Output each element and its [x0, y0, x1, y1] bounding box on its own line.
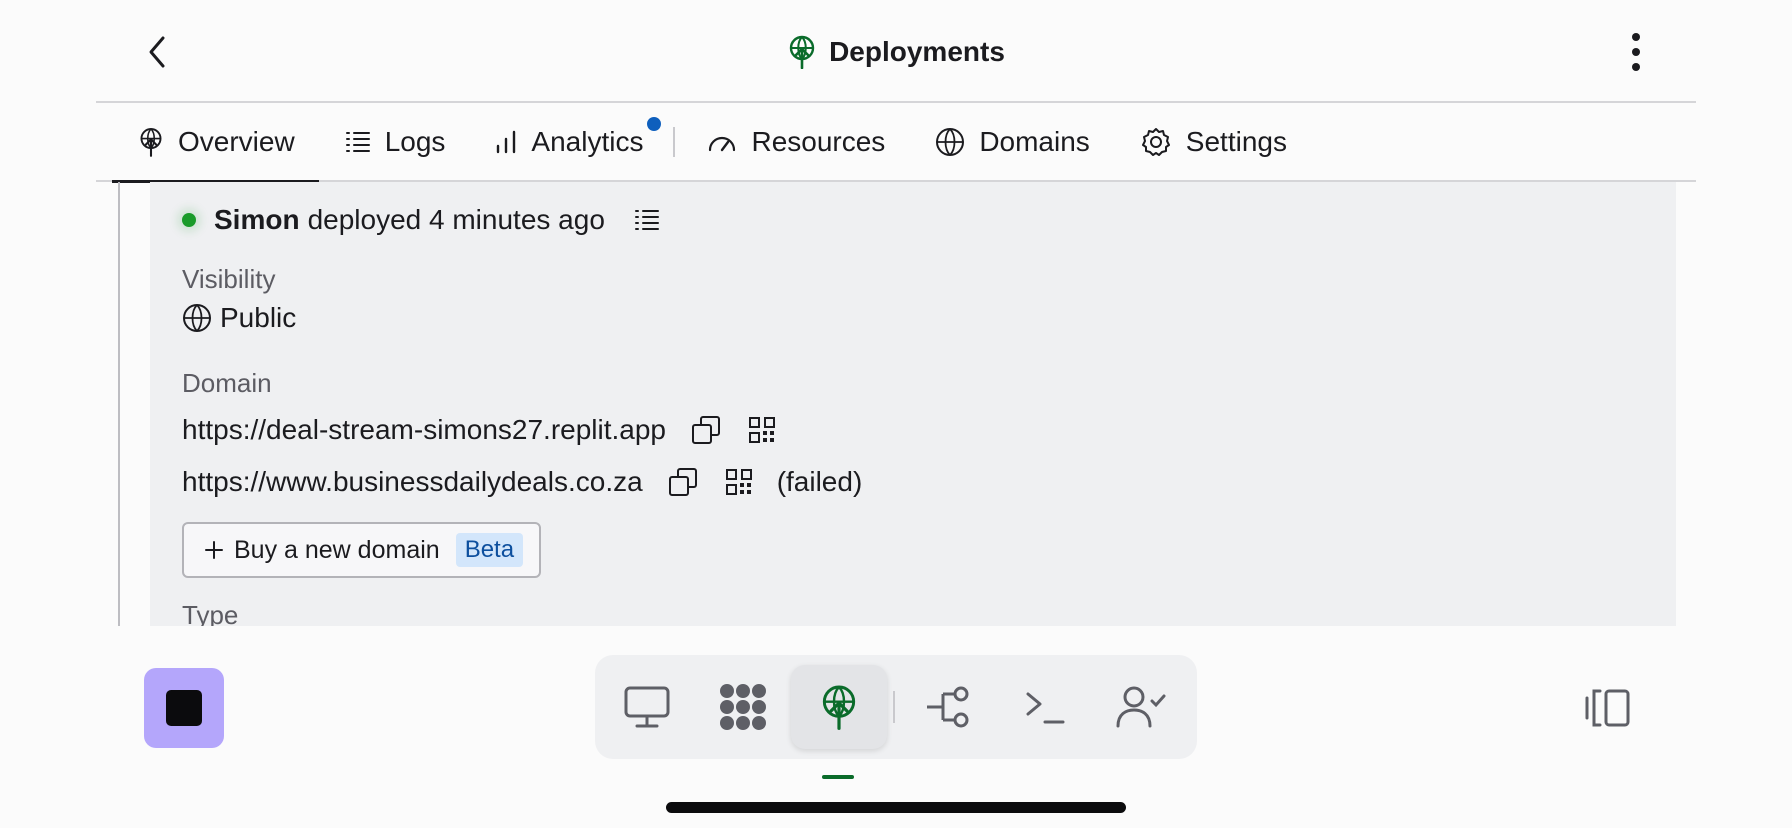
globe-icon — [936, 128, 965, 156]
home-indicator — [666, 802, 1126, 813]
beta-badge: Beta — [455, 533, 524, 567]
domain-label: Domain — [182, 368, 272, 398]
page-title: Deployments — [96, 30, 1696, 74]
gear-icon — [1141, 128, 1170, 156]
tab-label: Resources — [751, 126, 886, 157]
domain-row: https://www.businessdailydeals.co.za (fa… — [182, 464, 862, 500]
domain-row: https://deal-stream-simons27.replit.app — [182, 412, 780, 448]
timeline-line — [118, 182, 120, 626]
tool-dock — [595, 655, 1197, 759]
view-logs-button[interactable] — [631, 204, 663, 236]
domain-link[interactable]: https://deal-stream-simons27.replit.app — [182, 414, 666, 446]
tab-label: Analytics — [531, 126, 644, 157]
domain-link[interactable]: https://www.businessdailydeals.co.za — [182, 466, 643, 498]
tab-label: Domains — [979, 126, 1090, 157]
qr-code-button[interactable] — [721, 464, 757, 500]
top-header: Deployments — [96, 0, 1696, 103]
qr-code-icon — [725, 469, 752, 495]
copy-domain-button[interactable] — [688, 412, 724, 448]
shell-tool[interactable] — [997, 665, 1093, 749]
stop-icon — [166, 690, 202, 726]
tab-divider — [673, 127, 676, 157]
panel-toggle-button[interactable] — [1580, 682, 1636, 734]
more-options-button[interactable] — [1616, 28, 1656, 76]
copy-icon — [692, 416, 720, 444]
tab-label: Overview — [178, 126, 295, 157]
git-icon — [927, 686, 969, 728]
qr-code-icon — [749, 417, 775, 443]
buy-domain-button[interactable]: Buy a new domain Beta — [182, 522, 542, 578]
git-tool[interactable] — [901, 665, 997, 749]
dock-divider — [893, 691, 895, 723]
copy-icon — [668, 468, 697, 496]
qr-code-button[interactable] — [744, 412, 780, 448]
tab-resources[interactable]: Resources — [681, 103, 909, 181]
status-dot — [182, 213, 196, 227]
deployments-icon — [822, 685, 856, 730]
gauge-icon — [709, 136, 736, 152]
shell-icon — [1026, 692, 1065, 724]
visibility-label: Visibility — [182, 264, 276, 294]
more-vertical-icon — [1632, 33, 1640, 71]
apps-icon — [720, 684, 766, 730]
deployments-icon — [140, 128, 162, 157]
tab-domains[interactable]: Domains — [909, 103, 1113, 181]
stop-button[interactable] — [144, 668, 224, 748]
deployer-name: Simon — [214, 204, 300, 235]
deployment-panel: Simon deployed 4 minutes ago Visibility … — [150, 182, 1676, 626]
bar-chart-icon — [497, 130, 516, 154]
visibility-text: Public — [220, 302, 297, 333]
plus-icon — [205, 541, 223, 559]
tab-overview[interactable]: Overview — [112, 103, 319, 183]
notification-badge — [647, 117, 662, 131]
list-icon — [634, 210, 659, 230]
buy-domain-label: Buy a new domain — [234, 535, 440, 564]
tab-label: Settings — [1185, 126, 1287, 157]
domain-status: (failed) — [776, 466, 863, 497]
overview-content: Simon deployed 4 minutes ago Visibility … — [96, 182, 1696, 626]
tab-settings[interactable]: Settings — [1114, 103, 1311, 181]
globe-icon — [183, 304, 211, 332]
user-check-icon — [1116, 686, 1166, 728]
active-tool-indicator — [822, 775, 854, 779]
type-label: Type — [182, 600, 239, 626]
webview-icon — [624, 686, 670, 728]
apps-tool[interactable] — [695, 665, 791, 749]
deployment-status-row: Simon deployed 4 minutes ago — [182, 200, 663, 240]
deployment-tabs: Overview Logs Analytics Resources Domain… — [96, 103, 1696, 183]
list-icon — [345, 132, 370, 152]
visibility-value: Public — [182, 302, 296, 334]
page-title-text: Deployments — [829, 36, 1005, 67]
tab-label: Logs — [384, 126, 446, 157]
webview-tool[interactable] — [599, 665, 695, 749]
copy-domain-button[interactable] — [665, 464, 701, 500]
deployments-icon — [789, 35, 815, 69]
tab-analytics[interactable]: Analytics — [469, 103, 667, 181]
deployment-time: deployed 4 minutes ago — [307, 204, 605, 235]
tab-logs[interactable]: Logs — [319, 103, 470, 181]
user-check-tool[interactable] — [1093, 665, 1189, 749]
deployments-tool[interactable] — [791, 665, 887, 749]
split-panel-icon — [1585, 689, 1630, 727]
